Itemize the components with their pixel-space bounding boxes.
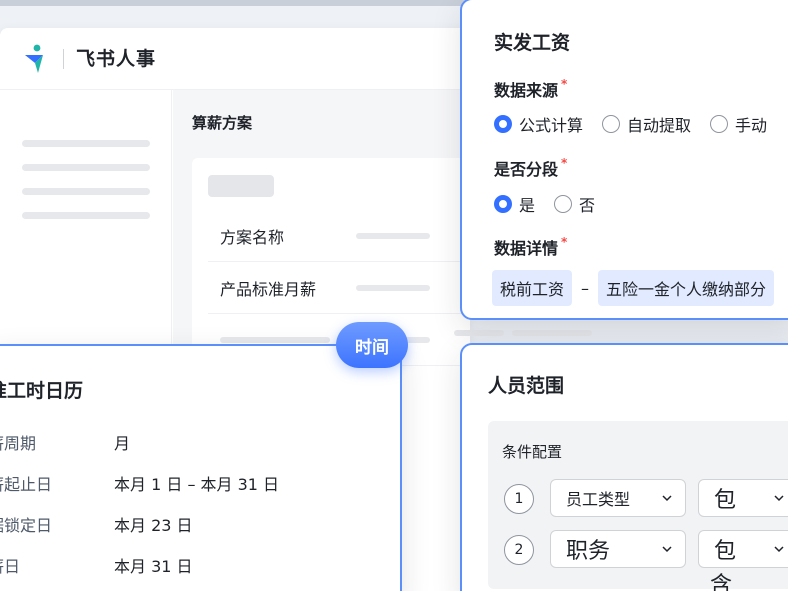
placeholder-bar [454,330,504,336]
calendar-row-key: 薪起止日 [0,475,53,494]
condition-config-box: 条件配置 1 员工类型 包 2 职务 包 [488,421,788,589]
staff-range-panel: 人员范围 条件配置 1 员工类型 包 2 职务 包 含 [460,343,788,591]
chevron-down-icon [662,546,672,553]
brand-separator [63,49,64,69]
placeholder-bar [512,330,592,336]
radio-label: 手动 [735,116,768,135]
data-details-label: 数据详情 * [494,235,567,259]
condition-index: 1 [504,484,534,514]
required-mark: * [561,235,568,249]
required-mark: * [561,77,568,91]
radio-auto-fetch[interactable]: 自动提取 [602,112,691,136]
calendar-row-value: 月 [114,434,131,453]
form-row[interactable]: 产品标准月薪 [208,262,468,314]
time-badge: 时间 [336,322,408,368]
segmented-radio-group: 是 否 [494,192,614,216]
select-value: 包 [714,488,737,513]
sidebar-item[interactable] [22,212,150,219]
brand-name: 飞书人事 [76,48,157,70]
card-header-placeholder [208,175,274,197]
condition-field-select[interactable]: 职务 [550,530,686,568]
calendar-row-value: 本月 31 日 [114,557,193,576]
panel-title: 准工时日历 [0,380,84,402]
data-source-radio-group: 公式计算 自动提取 手动 [494,112,786,136]
radio-label: 是 [519,196,536,215]
calendar-panel-body: 准工时日历 薪周期 月 薪起止日 本月 1 日 – 本月 31 日 据锁定日 本… [0,346,400,591]
data-source-label: 数据来源 * [494,77,567,101]
radio-label: 否 [579,196,596,215]
radio-checked-icon [494,115,512,133]
form-row-label: 产品标准月薪 [220,280,317,299]
calendar-row-value: 本月 23 日 [114,516,193,535]
select-value: 员工类型 [566,490,631,509]
calendar-row-value: 本月 1 日 – 本月 31 日 [114,475,280,494]
formula-operator: – [581,278,590,298]
net-salary-panel: 实发工资 数据来源 * 公式计算 自动提取 手动 是否分段 * 是 否 数据详情 * [460,0,788,320]
radio-unchecked-icon [602,115,621,133]
chevron-down-icon [662,495,672,502]
form-row-value-placeholder [356,233,430,239]
radio-yes[interactable]: 是 [494,192,535,216]
overflow-option-text: 含 [710,573,733,591]
condition-index: 2 [504,535,534,565]
panel-title: 实发工资 [494,32,571,54]
radio-unchecked-icon [554,195,573,213]
condition-operator-select[interactable]: 包 [698,530,788,568]
sidebar-item[interactable] [22,164,150,171]
chevron-down-icon [774,546,784,553]
radio-label: 公式计算 [519,116,584,135]
calendar-row: 据锁定日 本月 23 日 [0,512,400,536]
form-row-value-placeholder [220,337,330,343]
app-header: 飞书人事 [0,28,470,90]
chevron-down-icon [774,495,784,502]
formula-chip-row: 税前工资 – 五险一金个人缴纳部分 [492,270,775,306]
feishu-logo-icon [25,44,43,73]
calendar-row: 薪起止日 本月 1 日 – 本月 31 日 [0,471,400,495]
form-row-label: 方案名称 [220,228,285,247]
page-title: 算薪方案 [192,114,253,132]
required-mark: * [561,156,568,170]
form-row[interactable]: 方案名称 [208,210,468,262]
radio-checked-icon [494,195,512,213]
condition-config-title: 条件配置 [502,443,563,461]
field-label-text: 数据详情 [494,239,559,258]
sidebar-item[interactable] [22,140,150,147]
calendar-row: 薪日 本月 31 日 [0,553,400,577]
condition-field-select[interactable]: 员工类型 [550,479,686,517]
field-label-text: 数据来源 [494,81,559,100]
sidebar-item[interactable] [22,188,150,195]
panel-title: 人员范围 [488,375,565,397]
radio-manual[interactable]: 手动 [710,112,767,136]
calendar-row: 薪周期 月 [0,430,400,454]
calendar-row-key: 据锁定日 [0,516,53,535]
select-value: 职务 [566,539,611,564]
segmented-label: 是否分段 * [494,156,567,180]
formula-chip[interactable]: 五险一金个人缴纳部分 [598,270,775,306]
work-calendar-panel: 准工时日历 薪周期 月 薪起止日 本月 1 日 – 本月 31 日 据锁定日 本… [0,322,408,591]
radio-formula[interactable]: 公式计算 [494,112,583,136]
radio-unchecked-icon [710,115,729,133]
field-label-text: 是否分段 [494,160,559,179]
select-value: 包 [714,539,737,564]
calendar-row-key: 薪周期 [0,434,37,453]
formula-chip[interactable]: 税前工资 [492,270,573,306]
calendar-row-key: 薪日 [0,557,21,576]
form-row-value-placeholder [356,285,430,291]
radio-label: 自动提取 [627,116,692,135]
condition-operator-select[interactable]: 包 [698,479,788,517]
radio-no[interactable]: 否 [554,192,595,216]
